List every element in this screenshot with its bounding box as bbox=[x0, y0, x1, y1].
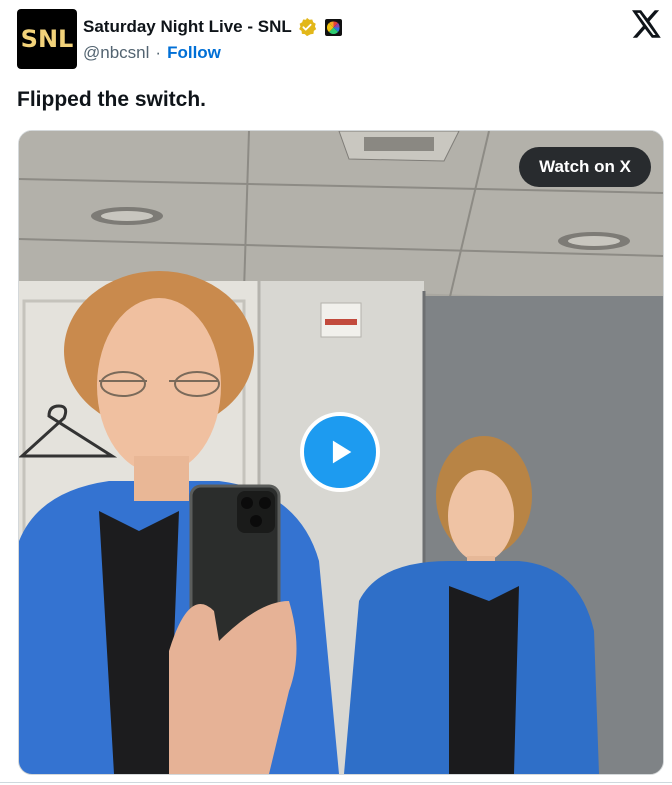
display-name[interactable]: Saturday Night Live - SNL bbox=[83, 17, 292, 37]
tweet-header: SNL Saturday Night Live - SNL @nbcsnl · … bbox=[16, 8, 662, 70]
name-row: Saturday Night Live - SNL bbox=[83, 17, 342, 37]
avatar-logo-text: SNL bbox=[20, 25, 74, 53]
separator-dot: · bbox=[155, 43, 162, 62]
video-player[interactable]: Watch on X bbox=[18, 130, 664, 775]
play-button[interactable] bbox=[300, 412, 380, 492]
affiliate-badge-icon bbox=[324, 18, 342, 36]
watch-on-x-button[interactable]: Watch on X bbox=[519, 147, 651, 187]
play-icon bbox=[332, 440, 352, 464]
avatar[interactable]: SNL bbox=[17, 9, 77, 69]
handle-row: @nbcsnl · Follow bbox=[83, 43, 221, 63]
tweet-text: Flipped the switch. bbox=[17, 88, 207, 111]
handle[interactable]: @nbcsnl bbox=[83, 43, 149, 63]
verified-badge-icon bbox=[298, 17, 316, 37]
divider bbox=[0, 782, 672, 783]
follow-button[interactable]: Follow bbox=[167, 43, 221, 63]
x-logo-icon[interactable] bbox=[632, 10, 662, 38]
